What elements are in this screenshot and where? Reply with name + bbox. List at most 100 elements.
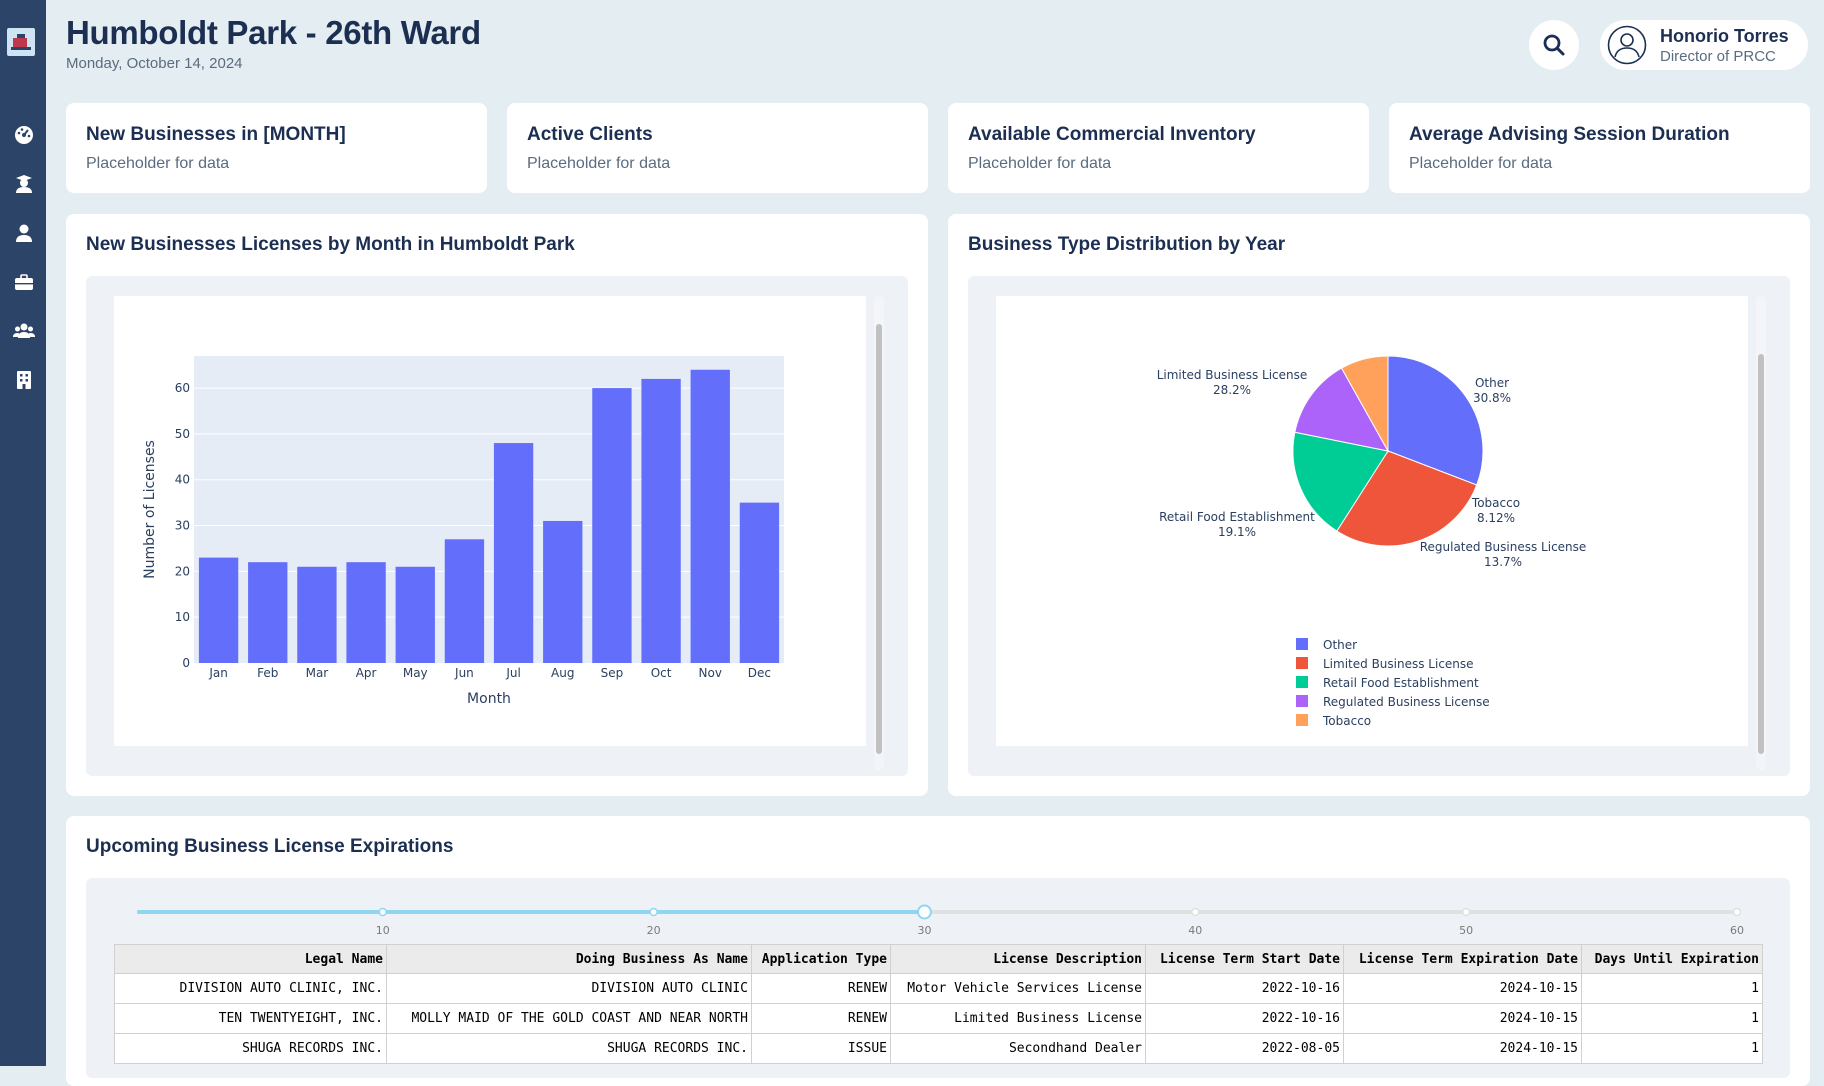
- legend-label[interactable]: Regulated Business License: [1323, 695, 1490, 709]
- kpi-value: Placeholder for data: [86, 155, 230, 172]
- legend-swatch[interactable]: [1296, 695, 1308, 707]
- cell-expiration-date: 2024-10-15: [1343, 1033, 1582, 1064]
- cell-start-date: 2022-08-05: [1145, 1033, 1344, 1064]
- pie-chart-container: Other 30.8% Limited Business License 28.2% R…: [968, 276, 1790, 776]
- user-icon[interactable]: [13, 222, 35, 244]
- cell-application-type: RENEW: [751, 1003, 891, 1034]
- bar-may[interactable]: [395, 566, 435, 663]
- scrollbar-thumb[interactable]: [1758, 354, 1764, 754]
- pie-label: Limited Business License: [1157, 368, 1308, 382]
- y-tick-label: 0: [182, 656, 190, 670]
- legend-swatch[interactable]: [1296, 676, 1308, 688]
- slider-tick-label: 10: [376, 924, 390, 937]
- bar-feb[interactable]: [248, 562, 288, 663]
- scrollbar-thumb[interactable]: [876, 324, 882, 754]
- bar-sep[interactable]: [592, 388, 632, 663]
- graduate-icon[interactable]: [13, 173, 35, 195]
- table-header-row: Legal Name Doing Business As Name Applic…: [114, 944, 1763, 974]
- kpi-title: New Businesses in [MONTH]: [86, 124, 346, 145]
- column-header-application-type[interactable]: Application Type: [751, 944, 891, 974]
- user-profile[interactable]: Honorio Torres Director of PRCC: [1600, 20, 1808, 70]
- x-tick-label: Aug: [551, 666, 574, 680]
- y-axis-label: Number of Licenses: [142, 440, 158, 579]
- logo-icon[interactable]: [7, 28, 35, 56]
- legend-swatch[interactable]: [1296, 657, 1308, 669]
- slider-dot[interactable]: [1461, 907, 1471, 917]
- table-row[interactable]: DIVISION AUTO CLINIC, INC. DIVISION AUTO…: [114, 973, 1763, 1004]
- building-icon[interactable]: [13, 369, 35, 391]
- bar-chart-scrollbar[interactable]: [874, 296, 884, 770]
- x-tick-label: Apr: [356, 666, 377, 680]
- slider-tick-label: 30: [917, 924, 931, 937]
- bar-mar[interactable]: [297, 566, 337, 663]
- legend-label[interactable]: Retail Food Establishment: [1323, 676, 1479, 690]
- legend-swatch[interactable]: [1296, 714, 1308, 726]
- bar-jun[interactable]: [444, 539, 485, 663]
- column-header-license-description[interactable]: License Description: [890, 944, 1146, 974]
- cell-legal-name: SHUGA RECORDS INC.: [114, 1033, 387, 1064]
- avatar-icon: [1607, 25, 1647, 65]
- column-header-expiration-date[interactable]: License Term Expiration Date: [1343, 944, 1582, 974]
- y-tick-label: 50: [175, 427, 190, 441]
- slider-handle[interactable]: [916, 904, 932, 920]
- column-header-days-until-expiration[interactable]: Days Until Expiration: [1581, 944, 1763, 974]
- legend-label[interactable]: Other: [1323, 638, 1357, 652]
- table-row[interactable]: TEN TWENTYEIGHT, INC. MOLLY MAID OF THE …: [114, 1003, 1763, 1034]
- expirations-table: Legal Name Doing Business As Name Applic…: [114, 944, 1763, 1064]
- x-tick-label: Jun: [454, 666, 474, 680]
- days-slider[interactable]: 10 20 30 40 50 60: [114, 898, 1762, 940]
- kpi-title: Active Clients: [527, 124, 653, 145]
- bar-jul[interactable]: [493, 443, 534, 663]
- bar-chart-container: 0 10 20 30 40 50 60 Jan Feb Mar Apr May Jun Jul Aug Sep…: [86, 276, 908, 776]
- cell-days-until-expiration: 1: [1581, 1003, 1763, 1034]
- column-header-dba-name[interactable]: Doing Business As Name: [386, 944, 752, 974]
- cell-license-description: Secondhand Dealer: [890, 1033, 1146, 1064]
- kpi-card-commercial-inventory: Available Commercial Inventory Placehold…: [948, 103, 1369, 193]
- column-header-start-date[interactable]: License Term Start Date: [1145, 944, 1344, 974]
- y-tick-label: 60: [175, 381, 190, 395]
- cell-start-date: 2022-10-16: [1145, 1003, 1344, 1034]
- cell-legal-name: DIVISION AUTO CLINIC, INC.: [114, 973, 387, 1004]
- legend-swatch[interactable]: [1296, 638, 1308, 650]
- cell-expiration-date: 2024-10-15: [1343, 1003, 1582, 1034]
- slider-dot[interactable]: [649, 907, 658, 917]
- briefcase-icon[interactable]: [13, 271, 35, 293]
- expirations-title: Upcoming Business License Expirations: [86, 836, 454, 857]
- cell-license-description: Limited Business License: [890, 1003, 1146, 1034]
- slider-tick-label: 50: [1459, 924, 1473, 937]
- pie-chart-panel: Business Type Distribution by Year Other…: [948, 214, 1810, 796]
- bar-dec[interactable]: [739, 502, 780, 663]
- cell-application-type: ISSUE: [751, 1033, 891, 1064]
- table-row[interactable]: SHUGA RECORDS INC. SHUGA RECORDS INC. IS…: [114, 1033, 1763, 1064]
- slider-dot[interactable]: [378, 907, 388, 917]
- search-button[interactable]: [1529, 20, 1579, 70]
- bar-aug[interactable]: [543, 520, 583, 663]
- x-tick-label: Nov: [699, 666, 722, 680]
- slider-dot[interactable]: [1732, 907, 1742, 917]
- y-tick-label: 20: [175, 564, 190, 578]
- slider-dot[interactable]: [1191, 907, 1200, 917]
- current-date: Monday, October 14, 2024: [66, 55, 243, 72]
- legend-label[interactable]: Tobacco: [1322, 714, 1371, 728]
- x-tick-label: Jan: [208, 666, 228, 680]
- pie-chart-scrollbar[interactable]: [1756, 296, 1766, 770]
- kpi-card-active-clients: Active Clients Placeholder for data: [507, 103, 928, 193]
- bar-apr[interactable]: [346, 562, 386, 663]
- cell-license-description: Motor Vehicle Services License: [890, 973, 1146, 1004]
- column-header-legal-name[interactable]: Legal Name: [114, 944, 387, 974]
- cell-legal-name: TEN TWENTYEIGHT, INC.: [114, 1003, 387, 1034]
- y-tick-label: 30: [175, 519, 190, 533]
- slider-tick-label: 60: [1730, 924, 1744, 937]
- x-tick-label: Mar: [306, 666, 329, 680]
- sidebar: [0, 0, 46, 1066]
- pie-label: Retail Food Establishment: [1159, 510, 1315, 524]
- legend-label[interactable]: Limited Business License: [1323, 657, 1474, 671]
- users-icon[interactable]: [13, 320, 35, 342]
- y-tick-label: 40: [175, 473, 190, 487]
- bar-nov[interactable]: [690, 369, 730, 663]
- bar-oct[interactable]: [641, 378, 681, 663]
- pie-chart-title: Business Type Distribution by Year: [968, 234, 1286, 255]
- bar-jan[interactable]: [198, 557, 239, 663]
- dashboard-icon[interactable]: [13, 124, 35, 146]
- pie-percent-label: 19.1%: [1218, 525, 1256, 539]
